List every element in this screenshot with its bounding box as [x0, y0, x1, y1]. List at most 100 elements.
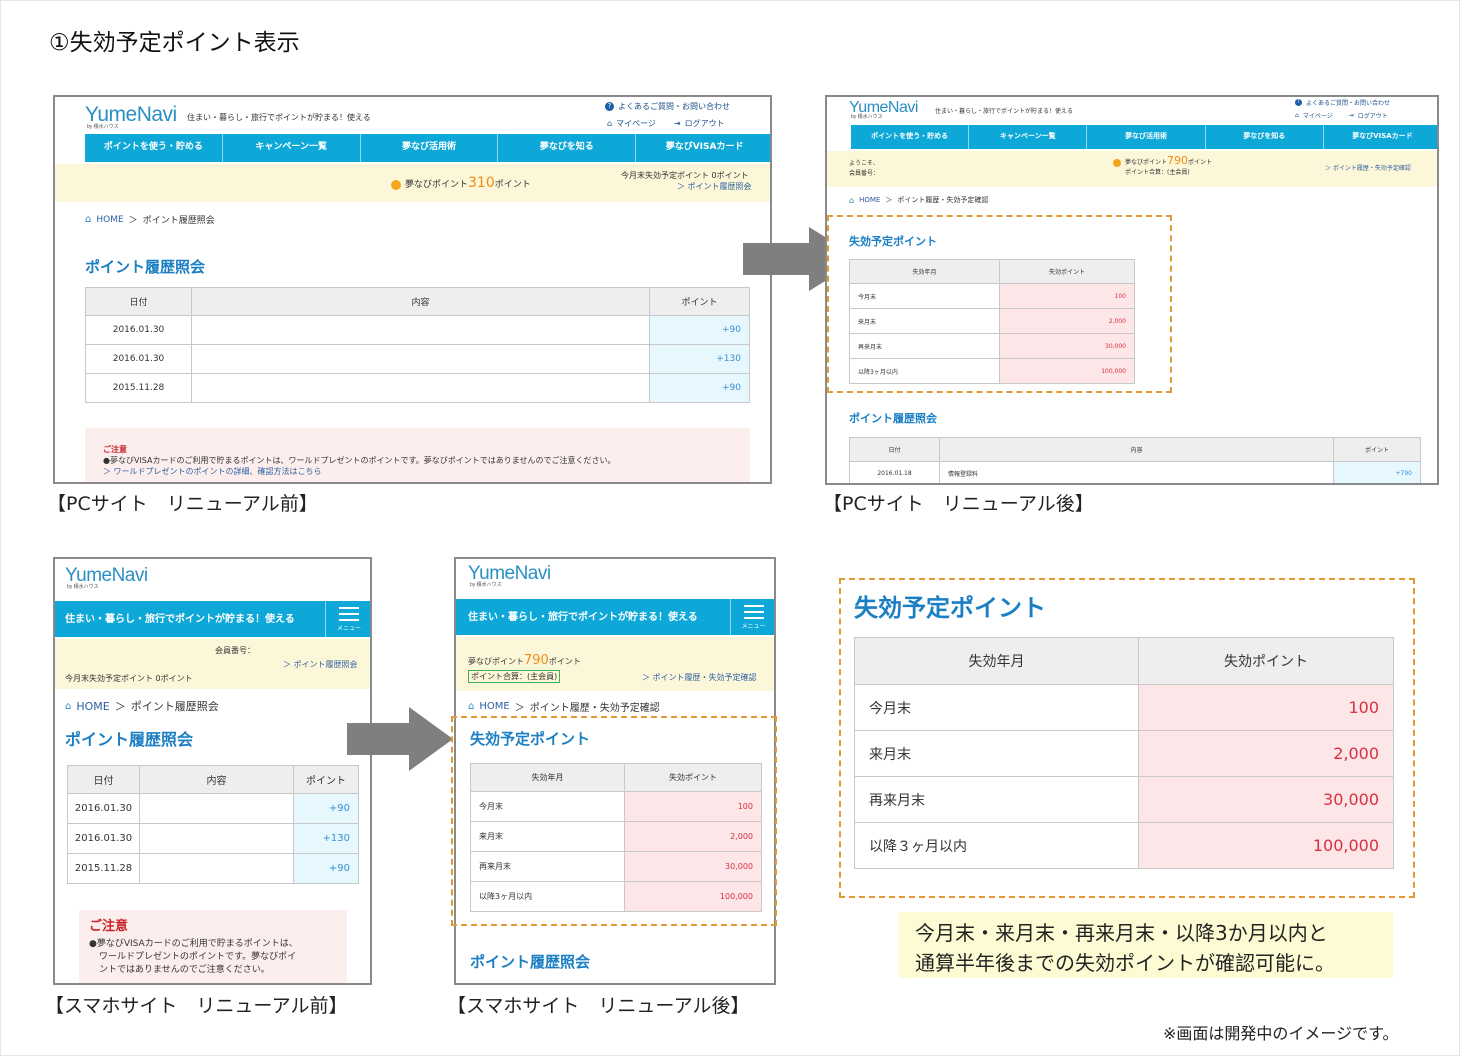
history-link[interactable]: ＞ ポイント履歴・失効予定確認	[642, 672, 757, 683]
breadcrumb: ⌂ HOME ＞ポイント履歴・失効予定確認	[468, 701, 660, 714]
notice-title: ご注意	[103, 445, 127, 454]
history-heading: ポイント履歴照会	[849, 412, 937, 425]
nav-item-campaigns[interactable]: キャンペーン一覧	[969, 125, 1088, 149]
note-line-2: 通算半年後までの失効ポイントが確認可能に。	[915, 951, 1335, 975]
nav-item-points[interactable]: ポイントを使う・貯める	[851, 125, 970, 149]
history-link[interactable]: ＞ ポイント履歴照会	[677, 181, 752, 192]
site-logo[interactable]: YumeNavi by 積水ハウス	[85, 103, 177, 130]
menu-button[interactable]: メニュー	[730, 599, 774, 635]
table-row: 2016.01.30 +90	[67, 793, 359, 824]
expire-text: 今月末失効予定ポイント 0ポイント	[621, 171, 749, 180]
global-nav: ポイントを使う・貯める キャンペーン一覧 夢なび活用術 夢なびを知る 夢なびVI…	[85, 134, 770, 162]
logout-link[interactable]: ログアウト	[1358, 111, 1388, 120]
nav-item-points[interactable]: ポイントを使う・貯める	[85, 134, 223, 162]
question-icon: ?	[605, 102, 614, 111]
caption-sp-after: 【スマホサイト リニューアル後】	[447, 995, 750, 1017]
site-logo[interactable]: YumeNavi by 積水ハウス	[849, 99, 918, 120]
home-icon: ⌂	[85, 214, 92, 225]
expire-text: 今月末失効予定ポイント 0ポイント	[65, 674, 193, 683]
table-row: 2016.01.30 +130	[67, 823, 359, 854]
points-bar: 夢なびポイント310ポイント 今月末失効予定ポイント 0ポイント ＞ ポイント履…	[55, 164, 770, 202]
coin-icon	[391, 179, 401, 190]
caption-sp-before: 【スマホサイト リニューアル前】	[45, 995, 348, 1017]
faq-link[interactable]: ? よくあるご質問・お問い合わせ	[605, 101, 730, 112]
note-box: 今月末・来月末・再来月末・以降3か月以内と 通算半年後までの失効ポイントが確認可…	[899, 912, 1393, 978]
site-logo[interactable]: YumeNavi by 積水ハウス	[468, 563, 551, 588]
header-links: ? よくあるご質問・お問い合わせ ⌂ マイページ ⇥ ログアウト	[1295, 98, 1390, 120]
caption-pc-before: 【PCサイト リニューアル前】	[47, 493, 318, 515]
home-icon: ⌂	[468, 701, 475, 712]
breadcrumb-current: ポイント履歴照会	[142, 216, 215, 226]
table-row: 2015.11.28 +90	[85, 373, 750, 403]
zoom-expire-table: 失効年月 失効ポイント 今月末 100 来月末 2,000 再来月末 30,000 以降…	[854, 637, 1394, 869]
table-row: 今月末 100	[854, 684, 1394, 731]
breadcrumb-current: ポイント履歴・失効予定確認	[529, 703, 660, 714]
col-date: 日付	[85, 287, 192, 316]
nav-item-tips[interactable]: 夢なび活用術	[361, 134, 499, 162]
table-row: 再来月末 30,000	[854, 776, 1394, 823]
highlight-frame	[451, 716, 777, 926]
points-display: 夢なびポイント790ポイント ポイント合算：(主会員)	[1113, 155, 1212, 178]
faq-link[interactable]: ? よくあるご質問・お問い合わせ	[1295, 98, 1390, 107]
nav-item-about[interactable]: 夢なびを知る	[498, 134, 637, 162]
mypage-link[interactable]: ⌂ マイページ ⇥ ログアウト	[1295, 111, 1390, 120]
breadcrumb: ⌂ HOME ＞ポイント履歴・失効予定確認	[849, 195, 989, 205]
sp-tagline: 住まい・暮らし・旅行でポイントが貯まる！使える	[65, 613, 295, 625]
slide-title: ①失効予定ポイント表示	[49, 30, 300, 56]
table-row: 2015.11.28 +90	[67, 853, 359, 884]
table-row: 2016.01.30 +90	[85, 315, 750, 345]
hamburger-icon	[339, 607, 359, 621]
coin-icon	[1113, 158, 1121, 167]
note-line-1: 今月末・来月末・再来月末・以降3か月以内と	[915, 921, 1328, 945]
col-content: 内容	[191, 287, 650, 316]
history-link[interactable]: ＞ ポイント履歴照会	[283, 659, 358, 670]
table-row: 2016.01.18 情報登録料 +790	[849, 461, 1421, 483]
history-table: 日付 内容 ポイント 2016.01.30 +90 2016.01.30 +130 20…	[67, 765, 359, 884]
points-bar: 会員番号： ＞ ポイント履歴照会 今月末失効予定ポイント 0ポイント	[55, 639, 370, 689]
sp-before-screenshot: YumeNavi by 積水ハウス 住まい・暮らし・旅行でポイントが貯まる！使える…	[53, 557, 372, 985]
zoom-heading: 失効予定ポイント	[854, 594, 1046, 622]
mypage-link[interactable]: ⌂ マイページ ⇥ ログアウト	[607, 118, 730, 129]
points-bar: 夢なびポイント790ポイント ポイント合算：(主会員) ＞ ポイント履歴・失効予…	[456, 637, 774, 691]
breadcrumb-home[interactable]: HOME	[96, 215, 123, 225]
highlight-frame	[827, 215, 1172, 393]
header-links: ? よくあるご質問・お問い合わせ ⌂ マイページ ⇥ ログアウト	[605, 101, 730, 129]
notice-box: ご注意 ●夢なびVISAカードのご利用で貯まるポイントは、 ワールドプレゼントの…	[79, 910, 347, 983]
table-row: 来月末 2,000	[854, 730, 1394, 777]
hamburger-icon	[743, 605, 764, 619]
nav-item-tips[interactable]: 夢なび活用術	[1087, 125, 1206, 149]
breadcrumb-home[interactable]: HOME	[76, 700, 109, 713]
zoom-col-points: 失効ポイント	[1138, 637, 1394, 685]
nav-item-campaigns[interactable]: キャンペーン一覧	[223, 134, 361, 162]
slide: ①失効予定ポイント表示 YumeNavi by 積水ハウス 住まい・暮らし・旅行で…	[0, 0, 1460, 1056]
logout-link[interactable]: ログアウト	[685, 118, 725, 129]
col-points: ポイント	[649, 287, 750, 316]
nav-item-visa[interactable]: 夢なびVISAカード	[1324, 125, 1437, 149]
history-link[interactable]: ＞ ポイント履歴・失効予定確認	[1325, 163, 1411, 172]
home-icon: ⌂	[1295, 112, 1299, 119]
tagline-bar: 住まい・暮らし・旅行でポイントが貯まる！使える	[456, 599, 730, 635]
home-icon: ⌂	[65, 700, 72, 712]
breadcrumb-home[interactable]: HOME	[859, 196, 880, 204]
nav-item-visa[interactable]: 夢なびVISAカード	[636, 134, 770, 162]
logout-icon: ⇥	[1348, 112, 1354, 119]
arrow-right-icon	[347, 707, 453, 771]
history-table: 日付 内容 ポイント 2016.01.30 +90 2016.01.30 +130 20…	[85, 287, 750, 403]
page-heading: ポイント履歴照会	[85, 258, 206, 276]
home-icon: ⌂	[607, 119, 613, 128]
nav-item-about[interactable]: 夢なびを知る	[1206, 125, 1324, 149]
member-no: 会員番号：	[215, 646, 255, 655]
history-table: 日付 内容 ポイント 2016.01.18 情報登録料 +790	[849, 437, 1421, 483]
caption-pc-after: 【PCサイト リニューアル後】	[823, 493, 1094, 515]
logout-icon: ⇥	[673, 119, 681, 128]
tagline-bar: 住まい・暮らし・旅行でポイントが貯まる！使える	[55, 601, 325, 637]
points-display: 夢なびポイント310ポイント	[391, 175, 531, 191]
menu-button[interactable]: メニュー	[325, 601, 370, 637]
notice-box: ご注意 ●夢なびVISAカードのご利用で貯まるポイントは、ワールドプレゼントのポ…	[85, 428, 750, 482]
table-row: 以降３ヶ月以内 100,000	[854, 822, 1394, 869]
breadcrumb-home[interactable]: HOME	[479, 701, 509, 712]
site-tagline: 住まい・暮らし・旅行でポイントが貯まる！使える	[187, 113, 371, 122]
points-total: ポイント合算：(主会員)	[468, 670, 561, 683]
site-logo[interactable]: YumeNavi by 積水ハウス	[65, 565, 148, 590]
notice-link[interactable]: ＞ ワールドプレゼントのポイントの詳細、確認方法はこちら	[103, 466, 732, 477]
